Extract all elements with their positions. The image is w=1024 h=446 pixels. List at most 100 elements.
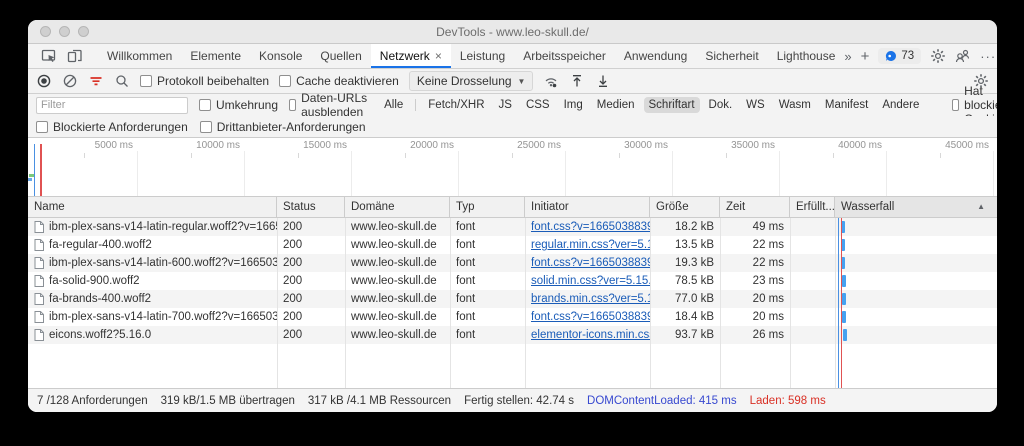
column-header-größe[interactable]: Größe	[650, 197, 720, 217]
invert-filter-checkbox[interactable]: Umkehrung	[199, 98, 278, 112]
zoom-window-button[interactable]	[78, 26, 89, 37]
ruler-tick-label: 5000 ms	[55, 140, 133, 151]
filter-type-fetch-xhr[interactable]: Fetch/XHR	[423, 97, 489, 113]
waterfall-bar[interactable]	[842, 293, 846, 305]
waterfall-bar[interactable]	[842, 275, 846, 287]
tab-leistung[interactable]: Leistung	[451, 44, 514, 68]
request-name-cell[interactable]: ibm-plex-sans-v14-latin-600.woff2?v=1665…	[28, 254, 277, 272]
close-window-button[interactable]	[40, 26, 51, 37]
filter-type-schriftart[interactable]: Schriftart	[644, 97, 700, 113]
initiator-link[interactable]: font.css?v=1665038839	[531, 311, 650, 323]
request-name-cell[interactable]: fa-regular-400.woff2	[28, 236, 277, 254]
table-row[interactable]: fa-regular-400.woff2200www.leo-skull.def…	[28, 236, 997, 254]
device-toolbar-button[interactable]	[62, 44, 88, 68]
import-har-button[interactable]	[569, 73, 585, 89]
chevron-down-icon: ▼	[518, 77, 526, 86]
minimize-window-button[interactable]	[59, 26, 70, 37]
column-header-wasserfall[interactable]: Wasserfall▲	[835, 197, 997, 217]
requests-grid: ibm-plex-sans-v14-latin-regular.woff2?v=…	[28, 218, 997, 388]
more-tabs-button[interactable]: »	[844, 49, 851, 64]
tab-netzwerk[interactable]: Netzwerk×	[371, 44, 451, 68]
window-titlebar[interactable]: DevTools - www.leo-skull.de/	[28, 20, 997, 44]
initiator-link[interactable]: brands.min.css?ver=5.1...	[531, 293, 650, 305]
blocked-requests-checkbox[interactable]: Blockierte Anforderungen	[36, 120, 188, 134]
disable-cache-checkbox-input[interactable]	[279, 75, 291, 87]
table-row[interactable]: eicons.woff2?5.16.0200www.leo-skull.defo…	[28, 326, 997, 344]
column-header-erfüllt-[interactable]: Erfüllt...	[790, 197, 835, 217]
tab-lighthouse[interactable]: Lighthouse	[768, 44, 845, 68]
filter-type-medien[interactable]: Medien	[592, 97, 640, 113]
initiator-link[interactable]: regular.min.css?ver=5.1...	[531, 239, 650, 251]
blocked-cookies-checkbox-input[interactable]	[952, 99, 959, 111]
filter-type-dok-[interactable]: Dok.	[704, 97, 738, 113]
tab-anwendung[interactable]: Anwendung	[615, 44, 696, 68]
request-time: 22 ms	[720, 236, 790, 254]
request-name-cell[interactable]: fa-brands-400.woff2	[28, 290, 277, 308]
request-name-cell[interactable]: ibm-plex-sans-v14-latin-regular.woff2?v=…	[28, 218, 277, 236]
column-header-name[interactable]: Name	[28, 197, 277, 217]
filter-type-img[interactable]: Img	[559, 97, 588, 113]
settings-button[interactable]	[930, 48, 946, 64]
timeline-overview[interactable]: 5000 ms10000 ms15000 ms20000 ms25000 ms3…	[28, 138, 997, 197]
issues-counter[interactable]: 73	[878, 48, 921, 64]
filter-type-js[interactable]: JS	[494, 97, 517, 113]
waterfall-bar[interactable]	[843, 329, 847, 341]
hide-data-urls-checkbox-input[interactable]	[289, 99, 296, 111]
filter-toggle-button[interactable]	[88, 73, 104, 89]
close-tab-icon[interactable]: ×	[435, 49, 442, 63]
invert-filter-checkbox-input[interactable]	[199, 99, 211, 111]
third-party-checkbox-input[interactable]	[200, 121, 212, 133]
initiator-link[interactable]: font.css?v=1665038839	[531, 221, 650, 233]
inspect-element-button[interactable]	[36, 44, 62, 68]
column-header-initiator[interactable]: Initiator	[525, 197, 650, 217]
filter-type-alle[interactable]: Alle	[379, 97, 408, 113]
column-separator	[525, 218, 526, 388]
filter-type-css[interactable]: CSS	[521, 97, 555, 113]
request-name-cell[interactable]: ibm-plex-sans-v14-latin-700.woff2?v=1665…	[28, 308, 277, 326]
tab-elemente[interactable]: Elemente	[181, 44, 250, 68]
request-name-cell[interactable]: eicons.woff2?5.16.0	[28, 326, 277, 344]
table-row[interactable]: fa-solid-900.woff2200www.leo-skull.defon…	[28, 272, 997, 290]
filter-type-andere[interactable]: Andere	[877, 97, 924, 113]
waterfall-bar[interactable]	[842, 311, 846, 323]
column-header-status[interactable]: Status	[277, 197, 345, 217]
table-row[interactable]: ibm-plex-sans-v14-latin-regular.woff2?v=…	[28, 218, 997, 236]
filter-funnel-icon	[88, 73, 104, 89]
initiator-link[interactable]: font.css?v=1665038839	[531, 257, 650, 269]
hide-data-urls-label: Daten-URLs ausblenden	[301, 91, 368, 119]
disable-cache-checkbox[interactable]: Cache deaktivieren	[279, 74, 399, 88]
filter-input[interactable]	[36, 97, 188, 114]
column-separator	[650, 218, 651, 388]
throttling-select[interactable]: Keine Drosselung ▼	[409, 71, 534, 91]
tab-sicherheit[interactable]: Sicherheit	[696, 44, 767, 68]
column-header-zeit[interactable]: Zeit	[720, 197, 790, 217]
table-row[interactable]: fa-brands-400.woff2200www.leo-skull.defo…	[28, 290, 997, 308]
export-har-button[interactable]	[595, 73, 611, 89]
tab-quellen[interactable]: Quellen	[311, 44, 370, 68]
record-network-log-button[interactable]	[36, 73, 52, 89]
filter-type-wasm[interactable]: Wasm	[774, 97, 816, 113]
tab-willkommen[interactable]: Willkommen	[98, 44, 181, 68]
filter-type-ws[interactable]: WS	[741, 97, 770, 113]
tab-arbeitsspeicher[interactable]: Arbeitsspeicher	[514, 44, 615, 68]
network-conditions-button[interactable]	[543, 73, 559, 89]
profiles-button[interactable]	[955, 48, 971, 64]
initiator-link[interactable]: elementor-icons.min.css...	[531, 329, 650, 341]
filter-type-manifest[interactable]: Manifest	[820, 97, 873, 113]
request-name-cell[interactable]: fa-solid-900.woff2	[28, 272, 277, 290]
column-header-domäne[interactable]: Domäne	[345, 197, 450, 217]
clear-network-log-button[interactable]	[62, 73, 78, 89]
table-row[interactable]: ibm-plex-sans-v14-latin-700.woff2?v=1665…	[28, 308, 997, 326]
blocked-requests-checkbox-input[interactable]	[36, 121, 48, 133]
third-party-checkbox[interactable]: Drittanbieter-Anforderungen	[200, 120, 366, 134]
search-button[interactable]	[114, 73, 130, 89]
column-header-typ[interactable]: Typ	[450, 197, 525, 217]
initiator-link[interactable]: solid.min.css?ver=5.15.3	[531, 275, 650, 287]
table-row[interactable]: ibm-plex-sans-v14-latin-600.woff2?v=1665…	[28, 254, 997, 272]
more-options-button[interactable]: ···	[980, 49, 996, 64]
hide-data-urls-checkbox[interactable]: Daten-URLs ausblenden	[289, 91, 368, 119]
tab-konsole[interactable]: Konsole	[250, 44, 311, 68]
add-tab-button[interactable]: +	[861, 48, 870, 65]
preserve-log-checkbox-input[interactable]	[140, 75, 152, 87]
preserve-log-checkbox[interactable]: Protokoll beibehalten	[140, 74, 269, 88]
